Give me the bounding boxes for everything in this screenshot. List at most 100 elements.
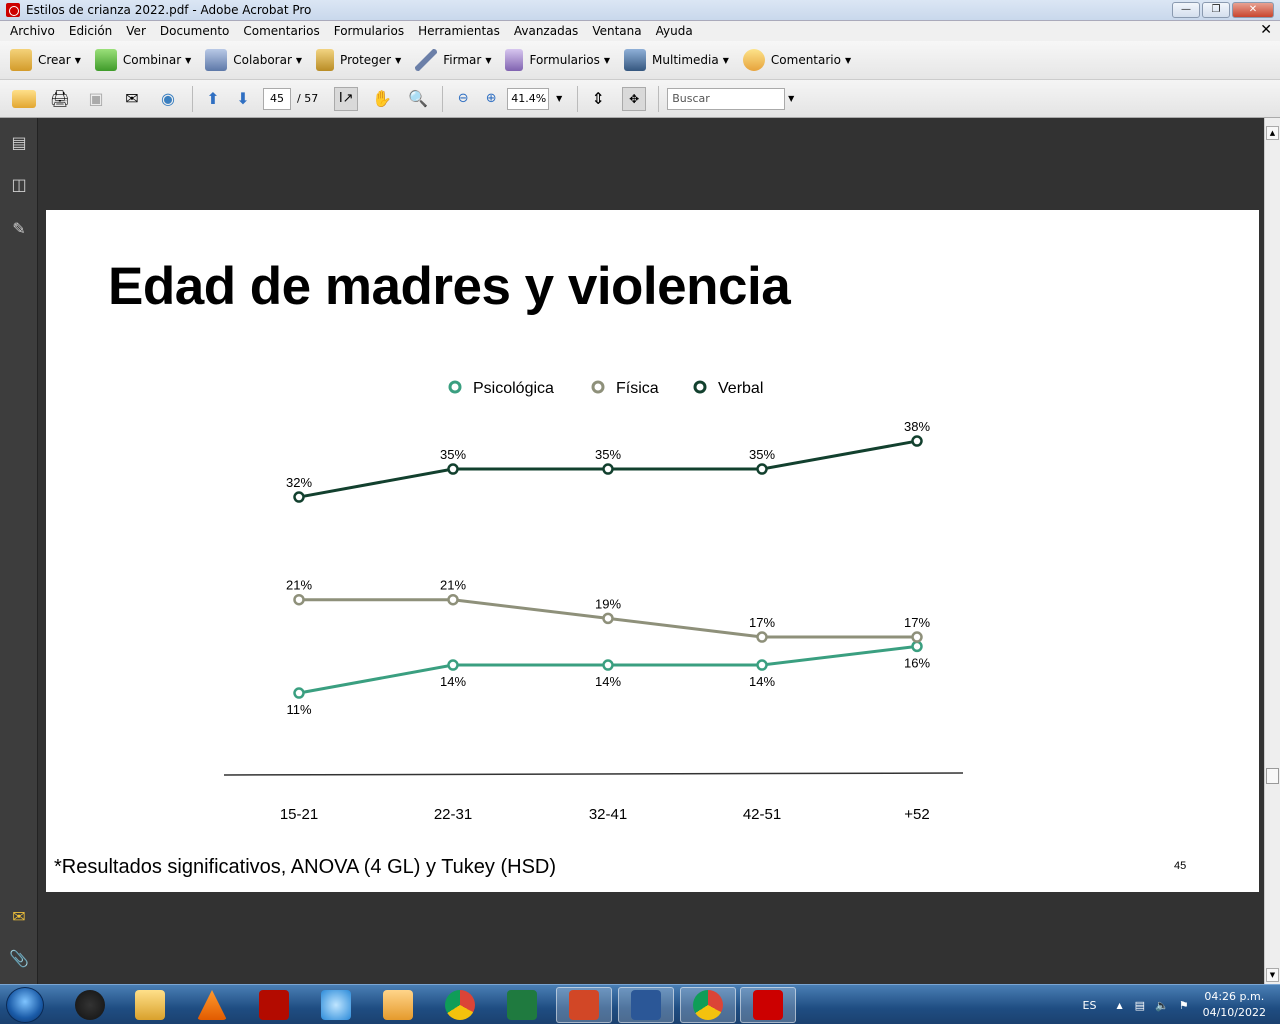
data-point-1-2 — [602, 612, 614, 625]
start-button[interactable] — [6, 987, 44, 1023]
colaborar-button[interactable]: Colaborar ▼ — [205, 49, 302, 71]
hand-tool-icon[interactable]: ✋ — [370, 87, 394, 111]
menu-archivo[interactable]: Archivo — [3, 24, 62, 38]
open-folder-icon[interactable] — [12, 89, 36, 108]
zoom-in-icon[interactable]: ⊕ — [479, 87, 503, 111]
zoom-level-field[interactable]: 41.4% — [507, 87, 550, 110]
comments-panel-icon[interactable]: ✉ — [8, 906, 30, 928]
action-center-icon[interactable]: ⚑ — [1179, 999, 1189, 1012]
taskbar-app-chrome[interactable] — [432, 987, 488, 1023]
clock[interactable]: 04:26 p.m. 04/10/2022 — [1203, 989, 1266, 1021]
scroll-up-button[interactable]: ▲ — [1266, 126, 1279, 140]
collaborate-icon — [205, 49, 228, 71]
chevron-down-icon: ▼ — [295, 55, 303, 65]
video-player-icon — [383, 990, 413, 1020]
vertical-scrollbar[interactable]: ▲ ▼ — [1264, 118, 1280, 984]
x-tick-label-4: +52 — [904, 806, 929, 823]
menu-documento[interactable]: Documento — [153, 24, 237, 38]
marquee-zoom-icon[interactable]: 🔍 — [406, 87, 430, 111]
menu-ayuda[interactable]: Ayuda — [649, 24, 700, 38]
page-total-label: / 57 — [297, 92, 319, 105]
menu-herramientas[interactable]: Herramientas — [411, 24, 507, 38]
data-point-2-4 — [911, 435, 923, 447]
legend-marker-2 — [693, 380, 707, 394]
search-dropdown-icon[interactable]: ▼ — [785, 87, 797, 111]
data-point-2-0 — [293, 491, 305, 503]
page-number-input[interactable]: 45 — [263, 87, 291, 110]
chevron-down-icon: ▼ — [844, 55, 852, 65]
window-title: Estilos de crianza 2022.pdf - Adobe Acro… — [26, 3, 312, 17]
menu-ver[interactable]: Ver — [119, 24, 153, 38]
language-indicator[interactable]: ES — [1083, 999, 1097, 1012]
next-page-icon[interactable]: ⬇ — [231, 87, 255, 111]
toolbar-separator — [442, 85, 444, 112]
email-icon[interactable]: ✉ — [120, 87, 144, 111]
acrobat-icon — [259, 990, 289, 1020]
zoom-dropdown-icon[interactable]: ▼ — [553, 87, 565, 111]
taskbar-app-powerpoint[interactable] — [556, 987, 612, 1023]
taskbar-app-excel[interactable] — [494, 987, 550, 1023]
pdf-page: Edad de madres y violencia Psicológica Fí… — [46, 210, 1259, 892]
multimedia-button[interactable]: Multimedia ▼ — [624, 49, 729, 71]
powerpoint-icon — [569, 990, 599, 1020]
chrome-icon — [693, 990, 723, 1020]
clock-time: 04:26 p.m. — [1204, 990, 1265, 1003]
taskbar-app-video[interactable] — [370, 987, 426, 1023]
taskbar-app-firefox[interactable] — [62, 987, 118, 1023]
zoom-out-icon[interactable]: ⊖ — [451, 87, 475, 111]
taskbar-app-vlc[interactable] — [184, 987, 240, 1023]
data-label-0-0: 11% — [286, 702, 311, 717]
menu-formularios[interactable]: Formularios — [327, 24, 411, 38]
data-point-0-2 — [602, 659, 614, 671]
scroll-down-button[interactable]: ▼ — [1266, 968, 1279, 982]
fit-page-icon[interactable]: ✥ — [622, 86, 647, 111]
page-thumbnails-icon[interactable]: ▤ — [8, 132, 30, 154]
taskbar-app-acrobat-reader[interactable] — [246, 987, 302, 1023]
vlc-cone-icon — [197, 990, 227, 1020]
taskbar-app-chrome-2[interactable] — [680, 987, 736, 1023]
menu-avanzadas[interactable]: Avanzadas — [507, 24, 585, 38]
menu-ventana[interactable]: Ventana — [585, 24, 648, 38]
close-document-icon[interactable]: ✕ — [1260, 22, 1272, 38]
print-icon[interactable]: 🖨 — [48, 87, 72, 111]
minimize-button[interactable]: — — [1172, 2, 1200, 18]
previous-page-icon[interactable]: ⬆ — [201, 87, 225, 111]
show-hidden-icons-icon[interactable]: ▲ — [1116, 1001, 1122, 1010]
select-text-icon[interactable]: I↗ — [334, 86, 359, 111]
legend-label-0: Psicológica — [473, 380, 554, 397]
volume-icon[interactable]: 🔈 — [1155, 999, 1169, 1012]
data-label-1-1: 21% — [440, 578, 466, 593]
taskbar-app-media[interactable] — [308, 987, 364, 1023]
scroll-thumb[interactable] — [1266, 768, 1279, 784]
network-icon[interactable]: ▤ — [1135, 999, 1145, 1012]
chart-legend: Psicológica Física Verbal — [448, 380, 763, 397]
taskbar-app-acrobat-pro[interactable] — [740, 987, 796, 1023]
chevron-down-icon: ▼ — [395, 55, 402, 65]
save-icon[interactable]: ▣ — [84, 87, 108, 111]
proteger-button[interactable]: Proteger ▼ — [316, 49, 401, 71]
maximize-button[interactable]: ❐ — [1202, 2, 1230, 18]
signatures-icon[interactable]: ✎ — [8, 218, 30, 240]
data-point-1-0 — [293, 593, 305, 606]
web-globe-icon[interactable]: ◉ — [156, 87, 180, 111]
bookmarks-icon[interactable]: ◫ — [8, 174, 30, 196]
toolbar-separator — [577, 85, 579, 112]
taskbar-app-explorer[interactable] — [122, 987, 178, 1023]
menu-bar: Archivo Edición Ver Documento Comentario… — [0, 21, 1280, 41]
menu-edicion[interactable]: Edición — [62, 24, 119, 38]
firmar-button[interactable]: Firmar ▼ — [415, 49, 491, 71]
fit-width-icon[interactable]: ⇕ — [586, 87, 610, 111]
comentario-button[interactable]: Comentario ▼ — [742, 49, 852, 71]
search-input[interactable]: Buscar — [667, 87, 786, 110]
crear-button[interactable]: Crear ▼ — [10, 49, 81, 71]
menu-comentarios[interactable]: Comentarios — [236, 24, 326, 38]
x-tick-label-1: 22-31 — [434, 806, 472, 823]
acrobat-app-icon — [6, 3, 20, 17]
combinar-button[interactable]: Combinar ▼ — [94, 49, 191, 71]
legend-marker-1 — [591, 380, 605, 394]
close-window-button[interactable]: ✕ — [1232, 2, 1274, 18]
chevron-down-icon: ▼ — [74, 55, 81, 65]
attachments-icon[interactable]: 📎 — [8, 948, 30, 970]
taskbar-app-word[interactable] — [618, 987, 674, 1023]
formularios-button[interactable]: Formularios ▼ — [505, 49, 610, 71]
